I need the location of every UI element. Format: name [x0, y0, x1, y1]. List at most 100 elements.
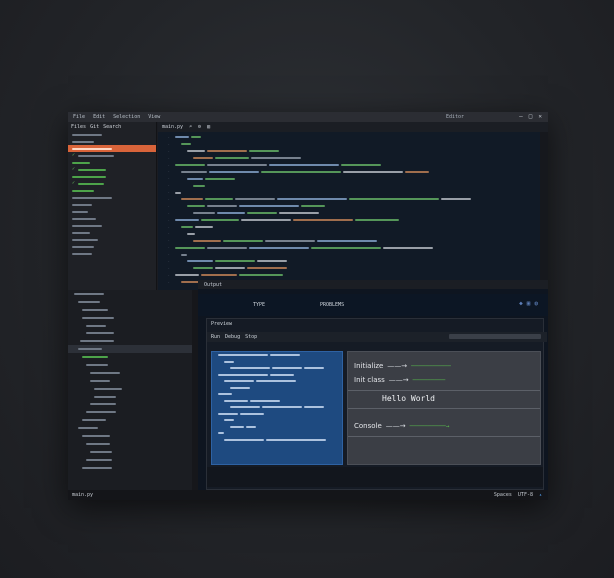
- code-line: ·: [158, 141, 538, 148]
- title-bar: File Edit Selection View Editor — □ ✕: [68, 112, 548, 122]
- tree-item[interactable]: [68, 416, 192, 424]
- code-line: ·: [158, 258, 538, 265]
- gear-icon[interactable]: ⚙: [198, 124, 201, 130]
- code-line: ·: [158, 148, 538, 155]
- code-line: ·: [158, 155, 538, 162]
- tree-item[interactable]: [68, 290, 192, 298]
- sidebar: Files Git Search ✓ ✓ ✓: [68, 122, 157, 290]
- preview-title: Preview: [211, 320, 233, 327]
- code-line: ·: [158, 230, 538, 237]
- sidebar-item[interactable]: [68, 250, 156, 257]
- tree-item[interactable]: [68, 369, 192, 377]
- sidebar-item[interactable]: ✓: [68, 152, 156, 159]
- blue-code-line: [212, 437, 342, 444]
- sidebar-tab-git[interactable]: Git: [90, 124, 99, 130]
- code-line: ·: [158, 210, 538, 217]
- panel-header-mid[interactable]: PROBLEMS: [320, 302, 344, 308]
- tree-item[interactable]: [68, 353, 192, 361]
- code-line: ·: [158, 175, 538, 182]
- status-encoding[interactable]: UTF-8: [518, 492, 533, 498]
- sidebar-item[interactable]: [68, 215, 156, 222]
- panel-tab-output[interactable]: Output: [204, 282, 222, 288]
- menu-file[interactable]: File: [73, 114, 85, 120]
- status-file[interactable]: main.py: [72, 492, 93, 498]
- editor-scrollbar[interactable]: [540, 132, 548, 290]
- status-spaces[interactable]: Spaces: [494, 492, 512, 498]
- code-line: ·: [158, 168, 538, 175]
- close-icon[interactable]: ✕: [538, 113, 542, 120]
- sidebar-item[interactable]: ✓: [68, 166, 156, 173]
- split-icon[interactable]: ▥: [207, 124, 210, 130]
- tree-item[interactable]: [68, 322, 192, 330]
- tree-item[interactable]: [68, 456, 192, 464]
- output-row-2: Init class ——→ ─────────: [354, 376, 446, 384]
- tree-item[interactable]: [68, 337, 192, 345]
- sidebar-item[interactable]: [68, 229, 156, 236]
- menu-edit[interactable]: Edit: [93, 114, 105, 120]
- search-icon[interactable]: ⌕: [189, 124, 192, 130]
- output-row-1: Initialize ——→ ───────────: [354, 362, 451, 370]
- sidebar-item[interactable]: [68, 208, 156, 215]
- tree-item[interactable]: [68, 400, 192, 408]
- sidebar-tab-search[interactable]: Search: [103, 124, 121, 130]
- blue-code-pane[interactable]: [211, 351, 343, 465]
- sidebar-item[interactable]: [68, 145, 156, 152]
- maximize-icon[interactable]: □: [529, 113, 533, 120]
- sidebar-tab-files[interactable]: Files: [71, 124, 86, 130]
- sidebar-item[interactable]: [68, 222, 156, 229]
- window-title: Editor: [446, 114, 465, 120]
- search-input[interactable]: [449, 334, 541, 339]
- panel-icons[interactable]: ◆▣◍: [519, 300, 542, 307]
- menu-selection[interactable]: Selection: [113, 114, 140, 120]
- tree-item[interactable]: [68, 306, 192, 314]
- code-line: ·: [158, 251, 538, 258]
- stop-button[interactable]: Stop: [245, 334, 257, 340]
- code-line: ·: [158, 237, 538, 244]
- tree-item[interactable]: [68, 424, 192, 432]
- code-line: ·: [158, 244, 538, 251]
- sidebar-item[interactable]: [68, 131, 156, 138]
- code-line: ·: [158, 272, 538, 279]
- tree-item[interactable]: [68, 464, 192, 472]
- tree-item[interactable]: [68, 361, 192, 369]
- sidebar-item[interactable]: [68, 138, 156, 145]
- tree-item[interactable]: [68, 329, 192, 337]
- code-line: ·: [158, 203, 538, 210]
- tree-item[interactable]: [68, 377, 192, 385]
- tree-item[interactable]: [68, 408, 192, 416]
- sidebar-item[interactable]: [68, 159, 156, 166]
- tree-item[interactable]: [68, 393, 192, 401]
- menu-view[interactable]: View: [148, 114, 160, 120]
- preview-window: Preview Run Debug Stop Initialize ——→ ──…: [206, 318, 547, 490]
- debug-button[interactable]: Debug: [225, 334, 240, 340]
- preview-footer: [207, 467, 543, 487]
- file-tree: [68, 290, 193, 490]
- panel-header-label: TYPE: [253, 302, 266, 308]
- tree-item[interactable]: [68, 385, 192, 393]
- ide-window: File Edit Selection View Editor — □ ✕ Fi…: [68, 112, 548, 500]
- code-line: ·: [158, 265, 538, 272]
- output-panel: Output TYPE PROBLEMS ◆▣◍ Preview Run Deb…: [198, 280, 548, 490]
- editor-tab[interactable]: main.py: [162, 124, 183, 130]
- sidebar-item[interactable]: [68, 201, 156, 208]
- code-line: ·: [158, 224, 538, 231]
- sidebar-item[interactable]: [68, 173, 156, 180]
- tree-item[interactable]: [68, 345, 192, 354]
- tree-item[interactable]: [68, 314, 192, 322]
- minimize-icon[interactable]: —: [519, 113, 523, 120]
- tree-item[interactable]: [68, 448, 192, 456]
- output-pane: Initialize ——→ ─────────── Init class ——…: [347, 351, 541, 465]
- sidebar-item[interactable]: ✓: [68, 180, 156, 187]
- tree-item[interactable]: [68, 298, 192, 306]
- code-editor[interactable]: main.py ⌕ ⚙ ▥ · · · · · · · · · · · · · · · · · · · · · ·: [158, 122, 548, 290]
- sidebar-item[interactable]: [68, 194, 156, 201]
- run-button[interactable]: Run: [211, 334, 220, 340]
- sidebar-item[interactable]: [68, 236, 156, 243]
- code-line: ·: [158, 196, 538, 203]
- sidebar-item[interactable]: [68, 243, 156, 250]
- tree-item[interactable]: [68, 440, 192, 448]
- code-line: ·: [158, 217, 538, 224]
- bell-icon[interactable]: ▴: [539, 492, 542, 498]
- sidebar-item[interactable]: [68, 187, 156, 194]
- tree-item[interactable]: [68, 432, 192, 440]
